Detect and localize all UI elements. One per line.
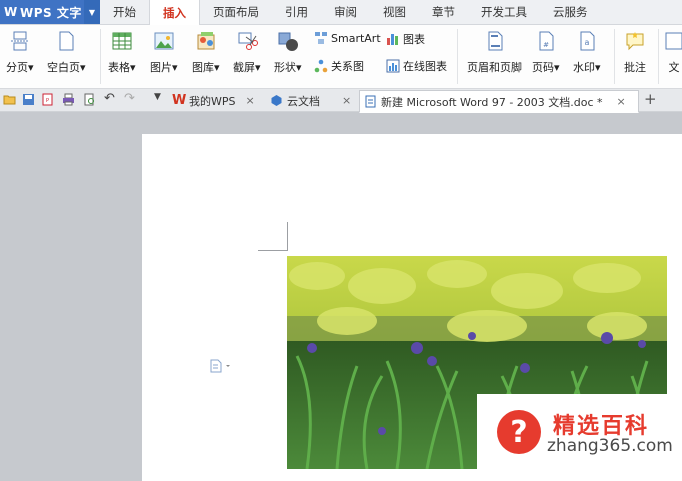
close-icon[interactable]: × [246, 94, 255, 107]
close-icon[interactable]: × [617, 95, 626, 108]
watermark-icon: a [580, 31, 595, 51]
shapes-icon [278, 32, 298, 51]
comment-button[interactable]: 批注 [624, 25, 646, 75]
tab-cloud[interactable]: 云服务 [540, 0, 601, 24]
table-icon [112, 32, 132, 50]
blank-page-icon [59, 31, 74, 51]
page-number-icon: # [539, 31, 554, 51]
online-chart-label: 在线图表 [403, 60, 447, 73]
margin-corner-marker [287, 222, 288, 251]
document-icon [365, 95, 376, 108]
chart-label: 图表 [403, 33, 425, 46]
tab-insert[interactable]: 插入 [149, 0, 200, 25]
header-footer-label: 页眉和页脚 [467, 61, 522, 74]
svg-text:P: P [46, 98, 49, 104]
site-watermark-logo: ? 精选百科 zhang365.com [477, 394, 682, 481]
table-button[interactable]: 表格▾ [108, 25, 136, 75]
open-folder-icon[interactable] [3, 93, 16, 106]
ribbon-divider [614, 29, 615, 84]
ribbon-divider [457, 29, 458, 84]
header-footer-button[interactable]: 页眉和页脚 [467, 25, 522, 75]
comment-icon [626, 32, 644, 51]
picture-button[interactable]: 图片▾ [150, 25, 178, 75]
gallery-label: 图库 [192, 61, 214, 74]
customize-dropdown-icon[interactable]: ▼ [154, 92, 167, 105]
gallery-button[interactable]: 图库▾ [192, 25, 220, 75]
new-tab-icon[interactable]: + [644, 90, 657, 108]
app-title: WPS 文字 [20, 5, 82, 20]
wps-logo-icon: W [4, 5, 18, 19]
watermark-button[interactable]: a 水印▾ [573, 25, 601, 75]
print-preview-icon[interactable] [83, 93, 96, 106]
tab-developer[interactable]: 开发工具 [468, 0, 540, 24]
tab-home[interactable]: 开始 [100, 0, 149, 24]
textbox-icon [665, 32, 682, 50]
chevron-down-icon[interactable]: ▼ [84, 0, 100, 24]
svg-text:a: a [584, 38, 589, 47]
picture-icon [154, 32, 174, 50]
blank-page-button[interactable]: 空白页▾ [47, 25, 86, 75]
smartart-icon [315, 32, 327, 44]
page-number-button[interactable]: # 页码▾ [532, 25, 560, 75]
tab-cloud-docs[interactable]: 云文档 × [270, 90, 358, 111]
shapes-label: 形状 [274, 61, 296, 74]
tab-current-document[interactable]: 新建 Microsoft Word 97 - 2003 文档.doc * × [359, 90, 639, 113]
smartart-button[interactable]: SmartArt [314, 31, 381, 45]
paragraph-layout-icon[interactable] [210, 359, 232, 373]
relation-chart-label: 关系图 [331, 60, 364, 73]
menu-bar: W WPS 文字 ▼ 开始 插入 页面布局 引用 审阅 视图 章节 开发工具 云… [0, 0, 682, 25]
gallery-icon [197, 32, 215, 50]
page-break-label: 分页 [6, 61, 28, 74]
comment-label: 批注 [624, 61, 646, 74]
relation-chart-button[interactable]: 关系图 [314, 58, 364, 74]
screenshot-label: 截屏 [233, 61, 255, 74]
relation-icon [314, 59, 328, 73]
textbox-button[interactable]: 文 [663, 25, 682, 75]
blank-page-label: 空白页 [47, 61, 80, 74]
page-break-icon [10, 31, 29, 51]
picture-label: 图片 [150, 61, 172, 74]
tab-current-document-label: 新建 Microsoft Word 97 - 2003 文档.doc * [381, 95, 603, 109]
svg-text:#: # [543, 41, 549, 49]
page-break-button[interactable]: 分页▾ [6, 25, 34, 75]
question-mark-icon: ? [497, 410, 541, 454]
watermark-label: 水印 [573, 61, 595, 74]
table-label: 表格 [108, 61, 130, 74]
wps-logo-icon: W [172, 93, 187, 108]
tab-review[interactable]: 审阅 [321, 0, 370, 24]
cloud-doc-icon [271, 95, 282, 106]
undo-icon[interactable]: ↶ [104, 91, 117, 106]
scissors-icon [238, 32, 258, 50]
ribbon: 分页▾ 空白页▾ 表格▾ 图片▾ 图库▾ 截屏▾ 形状▾ SmartArt 图表… [0, 25, 682, 89]
menu-tabs: 开始 插入 页面布局 引用 审阅 视图 章节 开发工具 云服务 [100, 0, 601, 25]
page-number-label: 页码 [532, 61, 554, 74]
watermark-url-text: zhang365.com [547, 436, 673, 456]
tab-cloud-docs-label: 云文档 [287, 94, 320, 108]
export-pdf-icon[interactable]: P [41, 93, 54, 106]
tab-my-wps-label: 我的WPS [189, 94, 236, 108]
shapes-button[interactable]: 形状▾ [274, 25, 302, 75]
chart-button[interactable]: 图表 [386, 31, 425, 47]
ribbon-divider [100, 29, 101, 84]
app-menu-button[interactable]: W WPS 文字 ▼ [0, 0, 100, 24]
ribbon-divider [658, 29, 659, 84]
tab-references[interactable]: 引用 [272, 0, 321, 24]
save-icon[interactable] [22, 93, 35, 106]
margin-corner-marker [258, 250, 288, 251]
quick-access-bar: P ↶ ↷ ▼ W 我的WPS × 云文档 × 新建 Microsoft Wor… [0, 89, 682, 113]
close-icon[interactable]: × [342, 94, 351, 107]
tab-view[interactable]: 视图 [370, 0, 419, 24]
header-footer-icon [488, 31, 502, 51]
tab-my-wps[interactable]: W 我的WPS × [172, 90, 264, 111]
bar-chart-icon [387, 34, 398, 45]
redo-icon[interactable]: ↷ [124, 91, 137, 106]
online-chart-button[interactable]: 在线图表 [386, 58, 447, 74]
online-chart-icon [386, 59, 400, 73]
textbox-label: 文 [668, 61, 680, 74]
print-icon[interactable] [62, 93, 75, 106]
tab-sections[interactable]: 章节 [419, 0, 468, 24]
smartart-label: SmartArt [331, 31, 381, 45]
screenshot-button[interactable]: 截屏▾ [233, 25, 261, 75]
tab-page-layout[interactable]: 页面布局 [200, 0, 272, 24]
